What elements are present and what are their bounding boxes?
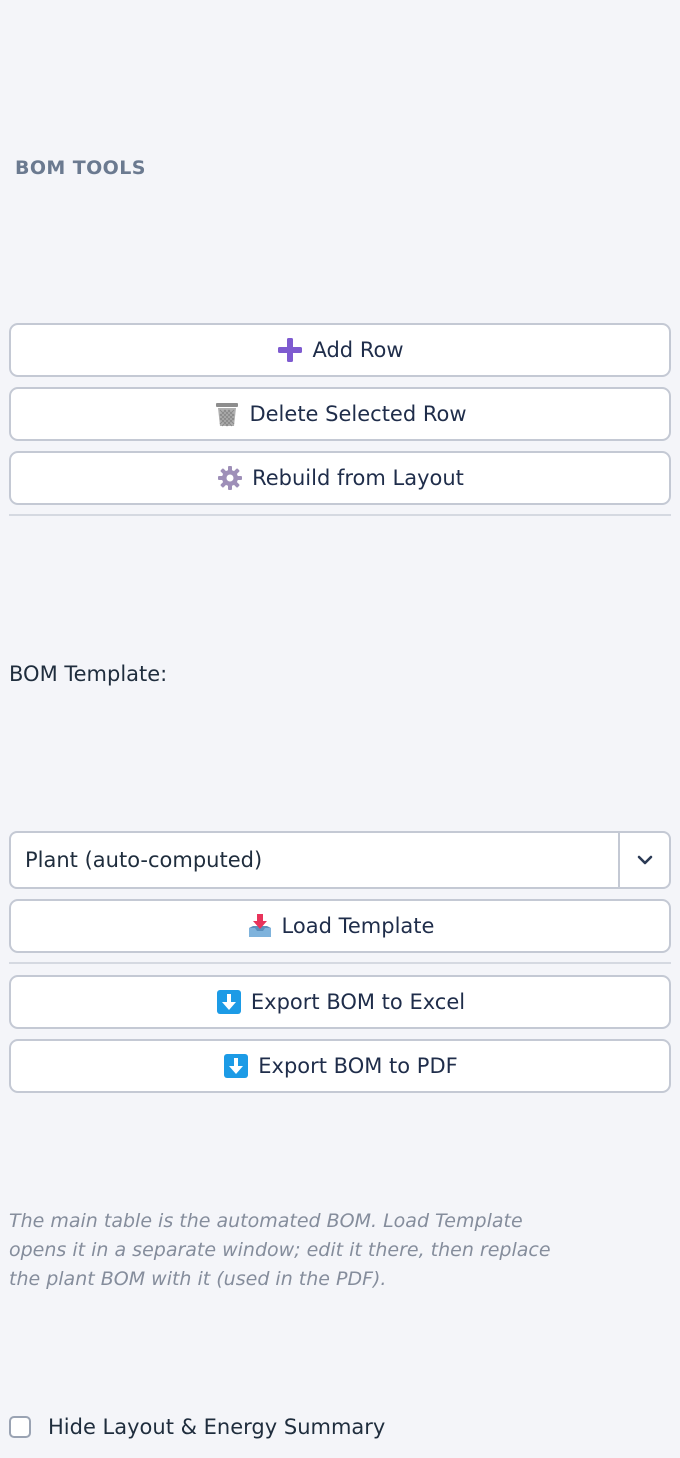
export-bom-pdf-button[interactable]: Export BOM to PDF [9, 1039, 671, 1093]
bom-tools-panel: BOM TOOLS Add Row Delete Selected Row Re… [0, 0, 680, 1458]
section-title: BOM TOOLS [15, 157, 146, 179]
help-note: The main table is the automated BOM. Loa… [9, 1210, 551, 1290]
chevron-down-icon[interactable] [618, 833, 669, 887]
load-template-label: Load Template [281, 914, 435, 938]
rebuild-from-layout-button[interactable]: Rebuild from Layout [9, 451, 671, 505]
wastebasket-icon [213, 400, 241, 428]
export-bom-excel-label: Export BOM to Excel [250, 990, 466, 1014]
load-template-button[interactable]: Load Template [9, 899, 671, 953]
hide-summary-toggle[interactable]: Hide Layout & Energy Summary [9, 1411, 385, 1443]
divider [9, 514, 671, 516]
add-row-button[interactable]: Add Row [9, 323, 671, 377]
delete-selected-row-button[interactable]: Delete Selected Row [9, 387, 671, 441]
bom-template-label: BOM Template: [9, 662, 168, 686]
divider [9, 962, 671, 964]
down-arrow-icon [222, 1052, 250, 1080]
bom-template-selected-value: Plant (auto-computed) [25, 848, 263, 872]
gear-icon [216, 464, 244, 492]
rebuild-from-layout-label: Rebuild from Layout [252, 466, 464, 490]
hide-summary-checkbox[interactable] [9, 1416, 31, 1438]
down-arrow-icon [215, 988, 243, 1016]
add-row-label: Add Row [312, 338, 404, 362]
bom-template-select[interactable]: Plant (auto-computed) [9, 831, 671, 889]
export-bom-pdf-label: Export BOM to PDF [258, 1054, 458, 1078]
plus-icon [276, 336, 304, 364]
delete-selected-row-label: Delete Selected Row [249, 402, 467, 426]
inbox-tray-icon [246, 912, 274, 940]
hide-summary-label: Hide Layout & Energy Summary [48, 1415, 386, 1439]
export-bom-excel-button[interactable]: Export BOM to Excel [9, 975, 671, 1029]
